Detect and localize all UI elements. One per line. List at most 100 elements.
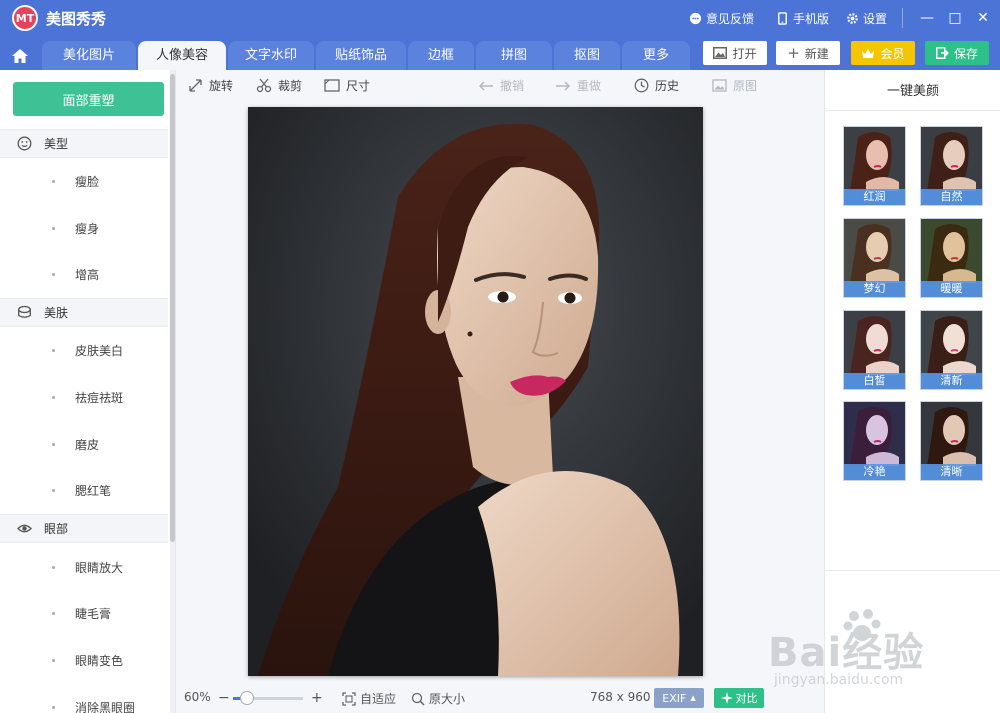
bullet <box>52 611 55 615</box>
tab-text-watermark[interactable]: 文字水印 <box>228 41 314 70</box>
exif-label: EXIF <box>662 691 687 705</box>
bullet <box>52 442 55 446</box>
original-button[interactable]: 原图 <box>712 77 757 94</box>
divider <box>825 110 1000 111</box>
bullet <box>52 395 55 399</box>
rotate-button[interactable]: 旋转 <box>188 77 233 94</box>
face-reshape-button[interactable]: 面部重塑 <box>13 82 164 116</box>
bullet <box>52 272 55 276</box>
image-dimensions: 768 x 960 <box>590 690 651 704</box>
section-eyes[interactable]: 眼部 <box>0 514 168 543</box>
tab-border[interactable]: 边框 <box>408 41 474 70</box>
item-label: 眼睛放大 <box>75 560 124 575</box>
actual-size-button[interactable]: 原大小 <box>411 690 465 707</box>
tab-collage[interactable]: 拼图 <box>476 41 552 70</box>
sidebar-item-height[interactable]: 增高 <box>0 259 168 289</box>
item-label: 消除黑眼圈 <box>75 700 136 713</box>
feedback-link[interactable]: 意见反馈 <box>689 10 754 27</box>
panel-title: 一键美颜 <box>886 84 939 99</box>
maximize-button[interactable]: □ <box>944 8 966 28</box>
mobile-link[interactable]: 手机版 <box>776 10 829 27</box>
tab-stickers[interactable]: 贴纸饰品 <box>316 41 406 70</box>
vip-label: 会员 <box>880 46 905 61</box>
sidebar-item-dark-circles[interactable]: 消除黑眼圈 <box>0 692 168 713</box>
bullet <box>52 565 55 569</box>
zoom-out-button[interactable]: − <box>218 690 230 706</box>
image-icon <box>713 47 728 59</box>
canvas-area[interactable] <box>176 100 824 685</box>
sidebar-item-eye-color[interactable]: 眼睛变色 <box>0 645 168 675</box>
compare-label: 对比 <box>735 692 758 705</box>
bullet <box>52 348 55 352</box>
preset-label: 梦幻 <box>844 281 905 297</box>
scrollbar-thumb[interactable] <box>170 74 175 542</box>
undo-button[interactable]: 撤销 <box>478 77 524 94</box>
home-icon <box>12 49 28 63</box>
sidebar-item-blush[interactable]: 腮红笔 <box>0 475 168 505</box>
preset-warm[interactable]: 暖暖 <box>920 218 983 298</box>
rotate-icon <box>189 79 202 92</box>
preset-natural[interactable]: 自然 <box>920 126 983 206</box>
preset-dreamy[interactable]: 梦幻 <box>843 218 906 298</box>
zoom-in-button[interactable]: + <box>311 690 323 706</box>
portrait-image <box>248 107 703 676</box>
zoom-slider-handle[interactable] <box>240 691 254 705</box>
close-button[interactable]: ✕ <box>972 8 994 28</box>
divider <box>825 570 1000 571</box>
sidebar-item-mascara[interactable]: 睫毛膏 <box>0 598 168 628</box>
sidebar-item-smooth[interactable]: 磨皮 <box>0 429 168 459</box>
tab-portrait[interactable]: 人像美容 <box>138 41 226 70</box>
new-button[interactable]: + 新建 <box>776 41 840 65</box>
vip-button[interactable]: 会员 <box>851 41 915 65</box>
phone-icon <box>778 12 787 25</box>
tab-more[interactable]: 更多 <box>622 41 690 70</box>
preset-thumbnail <box>844 127 905 191</box>
sidebar-item-whitening[interactable]: 皮肤美白 <box>0 335 168 365</box>
tab-bar: 美化图片 人像美容 文字水印 贴纸饰品 边框 拼图 抠图 更多 打开 + 新建 … <box>0 36 1000 70</box>
exif-button[interactable]: EXIF ▲ <box>654 688 704 708</box>
feedback-label: 意见反馈 <box>706 12 755 26</box>
preset-cool[interactable]: 冷艳 <box>843 401 906 481</box>
home-tab[interactable] <box>6 42 34 70</box>
history-label: 历史 <box>655 79 680 93</box>
redo-button[interactable]: 重做 <box>555 77 601 94</box>
tab-beautify[interactable]: 美化图片 <box>42 41 136 70</box>
minimize-button[interactable]: — <box>916 8 938 28</box>
preset-clear[interactable]: 清晰 <box>920 401 983 481</box>
preset-fair[interactable]: 白皙 <box>843 310 906 390</box>
tab-cutout[interactable]: 抠图 <box>554 41 620 70</box>
chat-icon <box>689 12 702 25</box>
new-label: 新建 <box>804 46 829 61</box>
status-bar: 60% − + 自适应 原大小 768 x 960 EXIF ▲ 对比 <box>176 685 824 713</box>
preset-thumbnail <box>921 127 982 191</box>
crop-button[interactable]: 裁剪 <box>256 77 302 94</box>
sidebar-item-slim-face[interactable]: 瘦脸 <box>0 166 168 196</box>
preset-rosy[interactable]: 红润 <box>843 126 906 206</box>
save-button[interactable]: 保存 <box>925 41 989 65</box>
item-label: 祛痘祛斑 <box>75 390 124 405</box>
compare-button[interactable]: 对比 <box>714 688 764 708</box>
scissors-icon <box>256 78 272 93</box>
section-shape-title: 美型 <box>44 137 69 151</box>
gear-icon <box>847 13 858 24</box>
size-button[interactable]: 尺寸 <box>324 77 370 94</box>
sidebar-item-acne[interactable]: 祛痘祛斑 <box>0 382 168 412</box>
redo-label: 重做 <box>577 79 602 93</box>
settings-link[interactable]: 设置 <box>846 10 887 27</box>
preset-fresh[interactable]: 清新 <box>920 310 983 390</box>
settings-label: 设置 <box>863 12 888 26</box>
open-button[interactable]: 打开 <box>703 41 767 65</box>
section-eyes-title: 眼部 <box>44 522 69 536</box>
bullet <box>52 705 55 709</box>
section-skin[interactable]: 美肤 <box>0 298 168 327</box>
size-label: 尺寸 <box>346 79 371 93</box>
portrait-photo[interactable] <box>248 107 703 676</box>
sidebar-item-enlarge-eyes[interactable]: 眼睛放大 <box>0 552 168 582</box>
history-button[interactable]: 历史 <box>634 77 679 94</box>
sidebar-item-slim-body[interactable]: 瘦身 <box>0 213 168 243</box>
eye-icon <box>17 524 32 533</box>
section-shape[interactable]: 美型 <box>0 129 168 158</box>
fit-button[interactable]: 自适应 <box>342 690 396 707</box>
item-label: 瘦脸 <box>75 174 100 189</box>
fit-label: 自适应 <box>360 692 397 706</box>
